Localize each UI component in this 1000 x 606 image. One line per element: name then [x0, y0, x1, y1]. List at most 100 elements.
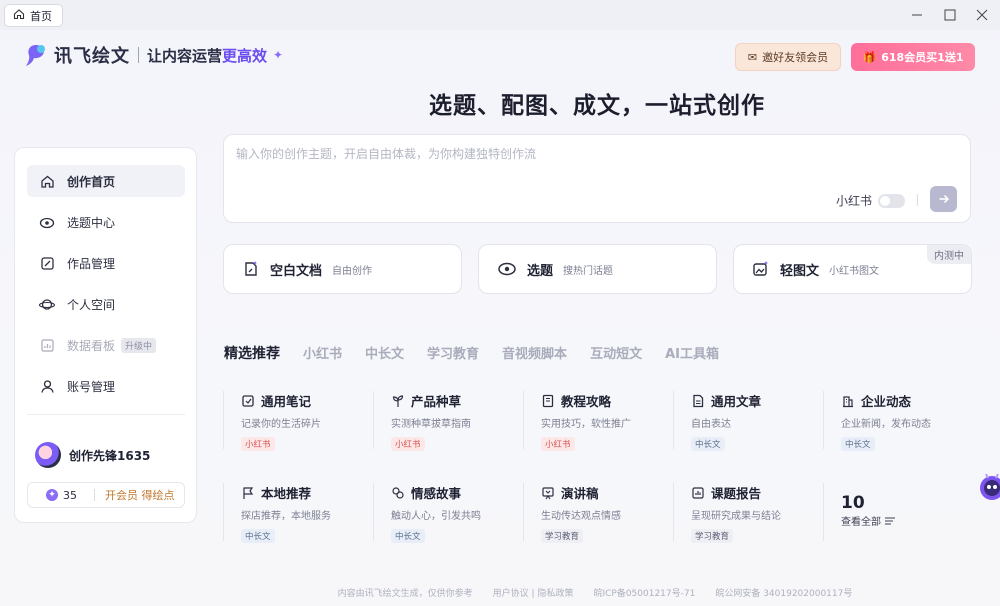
view-all-label: 查看全部: [841, 517, 881, 528]
invite-friends-button[interactable]: ✉ 邀好友领会员: [735, 43, 841, 71]
blank-document-card[interactable]: 空白文档 自由创作: [223, 244, 462, 294]
template-card-product-seeding[interactable]: 产品种草 实测种草拔草指南 小红书: [373, 391, 513, 451]
sidebar-item-label: 创作首页: [67, 174, 116, 189]
template-desc: 实用技巧，软性推广: [541, 419, 631, 430]
gift-icon: ✉: [747, 50, 758, 64]
open-membership-text: 开会员: [105, 489, 138, 502]
template-tag: 中长文: [241, 529, 275, 543]
edit-icon: [39, 255, 55, 271]
template-desc: 探店推荐，本地服务: [241, 511, 331, 522]
send-button[interactable]: [930, 186, 957, 212]
xiaohongshu-toggle[interactable]: 小红书: [836, 192, 906, 209]
template-title: 教程攻略: [561, 394, 612, 409]
privacy-policy-link[interactable]: 隐私政策: [537, 589, 573, 599]
tab-education[interactable]: 学习教育: [427, 343, 479, 363]
tab-home[interactable]: 首页: [4, 4, 63, 27]
book-icon: [542, 394, 554, 407]
sidebar-item-home[interactable]: 创作首页: [27, 165, 185, 197]
tab-xiaohongshu[interactable]: 小红书: [303, 343, 342, 363]
template-title: 企业动态: [861, 394, 912, 409]
template-card-general-article[interactable]: 通用文章 自由表达 中长文: [673, 391, 813, 451]
sidebar-item-works[interactable]: 作品管理: [27, 247, 185, 279]
logo[interactable]: 讯飞绘文 让内容运营更高效 ✦: [24, 42, 283, 68]
template-card-company-news[interactable]: 企业动态 企业新闻，发布动态 中长文: [823, 391, 963, 451]
template-tag: 小红书: [241, 437, 275, 451]
points-value: 35: [63, 488, 77, 502]
membership-promo-button[interactable]: 🎁 618会员买1送1: [851, 43, 975, 71]
footer-icp[interactable]: 皖ICP备05001217号-71: [593, 586, 695, 599]
view-all-link[interactable]: 查看全部: [841, 513, 895, 528]
beta-badge: 内测中: [927, 245, 971, 264]
footer: 内容由讯飞绘文生成，仅供你参考 用户协议 | 隐私政策 皖ICP备0500121…: [0, 586, 1000, 599]
template-card-speech[interactable]: 演讲稿 生动传达观点情感 学习教育: [523, 483, 663, 543]
tab-ai-toolbox[interactable]: AI工具箱: [665, 343, 719, 363]
maximize-button[interactable]: [939, 5, 961, 25]
view-all-templates[interactable]: 10 查看全部: [823, 483, 895, 541]
logo-divider: [138, 47, 139, 63]
eye-icon: [39, 214, 55, 230]
tab-interactive-short[interactable]: 互动短文: [590, 343, 642, 363]
sidebar: 创作首页 选题中心 作品管理 个人空间 数据看板 升级中 账号管理 创作先锋16…: [14, 147, 197, 523]
card-subtitle: 自由创作: [332, 265, 373, 277]
input-divider: [917, 194, 918, 206]
home-icon: [39, 173, 55, 189]
template-title: 本地推荐: [261, 486, 312, 501]
template-card-local-recommend[interactable]: 本地推荐 探店推荐，本地服务 中长文: [223, 483, 363, 543]
get-points-text: 得绘点: [141, 489, 175, 502]
template-card-emotional-story[interactable]: 情感故事 触动人心，引发共鸣 中长文: [373, 483, 513, 543]
home-icon: [13, 8, 25, 23]
image-text-icon: [753, 261, 768, 276]
document-icon: [693, 394, 704, 407]
template-card-research-report[interactable]: 课题报告 呈现研究成果与结论 学习教育: [673, 483, 813, 543]
card-title: 空白文档: [270, 263, 323, 279]
sidebar-item-personal-space[interactable]: 个人空间: [27, 288, 185, 320]
template-desc: 实测种草拔草指南: [391, 419, 471, 430]
tab-video-script[interactable]: 音视频脚本: [502, 343, 567, 363]
template-title: 课题报告: [711, 486, 762, 501]
footer-disclaimer: 内容由讯飞绘文生成，仅供你参考: [337, 589, 473, 599]
template-card-tutorial[interactable]: 教程攻略 实用技巧，软性推广 小红书: [523, 391, 663, 451]
sidebar-item-dashboard[interactable]: 数据看板 升级中: [27, 329, 185, 361]
user-name: 创作先锋1635: [69, 448, 151, 463]
light-image-text-card[interactable]: 轻图文 小红书图文 内测中: [733, 244, 972, 294]
minimize-button[interactable]: [906, 5, 928, 25]
sidebar-item-account[interactable]: 账号管理: [27, 370, 185, 402]
template-card-general-note[interactable]: 通用笔记 记录你的生活碎片 小红书: [223, 391, 363, 451]
tab-featured[interactable]: 精选推荐: [224, 343, 280, 363]
template-desc: 呈现研究成果与结论: [691, 511, 781, 522]
invite-label: 邀好友领会员: [762, 51, 829, 64]
prompt-input[interactable]: [236, 145, 956, 185]
topic-card[interactable]: 选题 搜热门话题: [478, 244, 717, 294]
template-desc: 生动传达观点情感: [541, 511, 621, 522]
brand-name: 讯飞绘文: [54, 46, 130, 67]
sidebar-item-topics[interactable]: 选题中心: [27, 206, 185, 238]
open-membership-link[interactable]: 开会员 得绘点: [95, 487, 175, 503]
brand-logo-icon: [26, 45, 45, 66]
toggle-label: 小红书: [836, 194, 873, 208]
gift-box-icon: 🎁: [862, 50, 877, 64]
eye-icon: [498, 262, 516, 276]
template-desc: 记录你的生活碎片: [241, 419, 321, 430]
template-tag: 中长文: [691, 437, 725, 451]
close-button[interactable]: [971, 5, 993, 25]
toggle-switch[interactable]: [878, 193, 906, 208]
template-title: 通用文章: [711, 394, 762, 409]
minimize-icon: [912, 14, 922, 16]
report-icon: [692, 486, 704, 499]
tab-long-article[interactable]: 中长文: [365, 343, 404, 363]
sidebar-item-label: 个人空间: [67, 297, 116, 312]
list-icon: [885, 516, 895, 525]
assistant-robot-icon[interactable]: [978, 468, 1000, 508]
user-profile[interactable]: 创作先锋1635: [35, 442, 150, 468]
user-agreement-link[interactable]: 用户协议: [493, 589, 529, 599]
story-icon: [392, 486, 404, 499]
footer-police[interactable]: 皖公网安备 34019202000117号: [715, 586, 852, 599]
note-icon: [242, 394, 254, 407]
template-tag: 学习教育: [541, 529, 584, 543]
upgrading-badge: 升级中: [121, 337, 157, 353]
presentation-icon: [542, 486, 554, 499]
sparkle-icon: ✦: [273, 48, 284, 62]
template-title: 通用笔记: [261, 394, 312, 409]
card-title: 轻图文: [780, 263, 820, 279]
points-balance: ✦ 35: [28, 489, 94, 502]
